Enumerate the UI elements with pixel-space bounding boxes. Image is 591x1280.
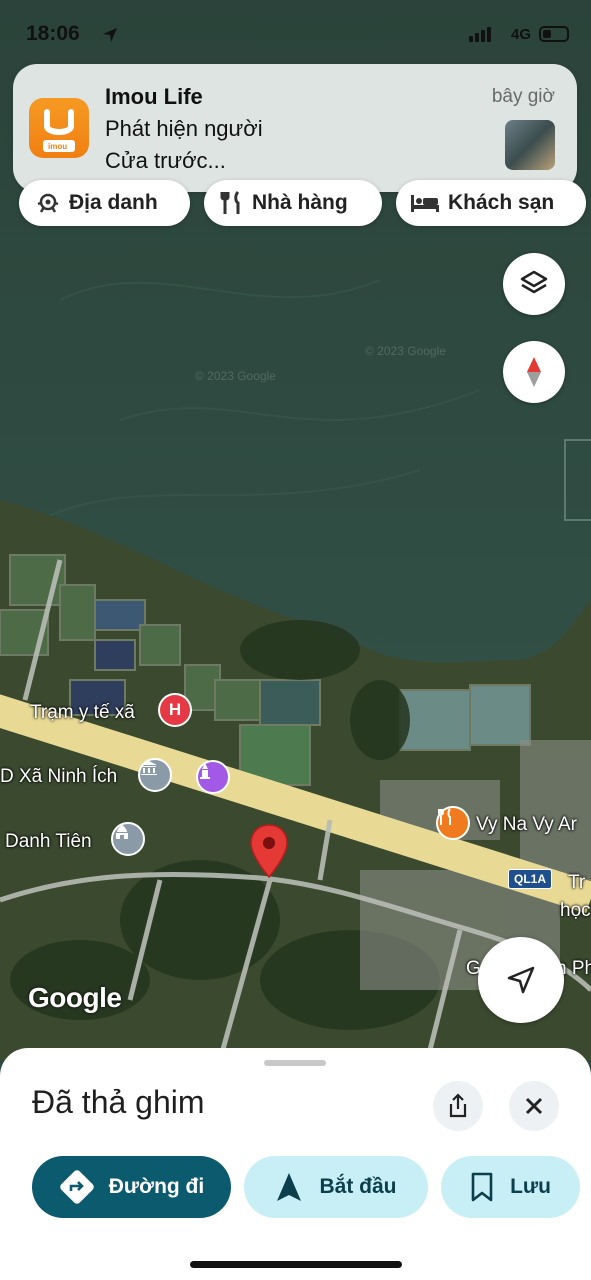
notification-thumbnail — [505, 120, 555, 170]
imou-app-icon: imou — [29, 98, 89, 158]
temple-poi-icon[interactable] — [111, 822, 145, 856]
poi-label[interactable]: Danh Tiên — [5, 831, 92, 853]
sheet-drag-handle[interactable] — [264, 1060, 326, 1066]
landmark-icon — [37, 193, 59, 213]
notification-message-line1: Phát hiện người — [105, 116, 263, 141]
dropped-pin-title: Đã thả ghim — [32, 1084, 205, 1120]
close-icon — [525, 1097, 543, 1115]
poi-label[interactable]: Vy Na Vy Ar — [476, 814, 577, 836]
map-watermark: © 2023 Google — [365, 344, 446, 358]
home-indicator[interactable] — [190, 1261, 402, 1268]
chip-restaurants[interactable]: Nhà hàng — [204, 180, 382, 226]
navigation-arrow-icon — [277, 1173, 302, 1201]
status-bar: 18:06 4G — [0, 0, 591, 64]
chip-hotels[interactable]: Khách sạn — [396, 180, 586, 226]
network-type: 4G — [510, 26, 531, 43]
monument-poi-icon[interactable] — [196, 760, 230, 794]
battery-icon — [539, 26, 569, 42]
notification-app-name: Imou Life — [105, 84, 203, 109]
close-button[interactable] — [509, 1081, 559, 1131]
layers-icon — [520, 270, 548, 294]
app-icon-text: imou — [48, 142, 68, 151]
start-button[interactable]: Bắt đầu — [244, 1156, 428, 1218]
save-button[interactable]: Lưu — [441, 1156, 580, 1218]
chip-label: Địa danh — [69, 191, 158, 214]
chip-label: Nhà hàng — [252, 191, 348, 214]
status-time: 18:06 — [26, 22, 80, 45]
compass-button[interactable] — [503, 341, 565, 403]
poi-label[interactable]: D Xã Ninh Ích — [0, 766, 117, 788]
notification-message-line2: Cửa trước... — [105, 148, 226, 173]
directions-button[interactable]: Đường đi — [32, 1156, 231, 1218]
dropped-pin-icon[interactable] — [249, 823, 289, 879]
bookmark-icon — [471, 1172, 493, 1202]
road-shield: QL1A — [508, 869, 553, 889]
signal-icon — [469, 26, 491, 42]
poi-label[interactable]: Trạm y tế xã — [30, 702, 135, 724]
restaurant-icon — [220, 190, 240, 214]
action-label: Đường đi — [108, 1175, 205, 1198]
action-label: Bắt đầu — [319, 1175, 397, 1198]
restaurant-poi-icon[interactable] — [436, 806, 470, 840]
notification-banner[interactable]: imou Imou Life Phát hiện người Cửa trước… — [13, 64, 577, 192]
chip-label: Khách sạn — [448, 191, 555, 214]
compass-icon — [527, 357, 541, 387]
notification-time: bây giờ — [491, 86, 555, 107]
my-location-button[interactable] — [478, 937, 564, 1023]
location-arrow-icon — [103, 28, 117, 42]
poi-label: học — [560, 900, 591, 921]
navigation-arrow-icon — [507, 966, 535, 994]
google-attribution: Google — [28, 982, 122, 1013]
directions-icon — [60, 1170, 94, 1204]
share-icon — [449, 1093, 467, 1118]
action-label: Lưu — [510, 1175, 551, 1198]
hospital-poi-icon[interactable]: H — [158, 693, 192, 727]
chip-landmarks[interactable]: Địa danh — [19, 180, 190, 226]
map-watermark: © 2023 Google — [195, 369, 276, 383]
bottom-sheet[interactable]: Đã thả ghim Đường đi Bắt đầu Lưu — [0, 1048, 591, 1280]
share-button[interactable] — [433, 1081, 483, 1131]
government-poi-icon[interactable] — [138, 758, 172, 792]
layers-button[interactable] — [503, 253, 565, 315]
poi-label: Tr — [568, 872, 586, 893]
hotel-icon — [411, 195, 439, 212]
